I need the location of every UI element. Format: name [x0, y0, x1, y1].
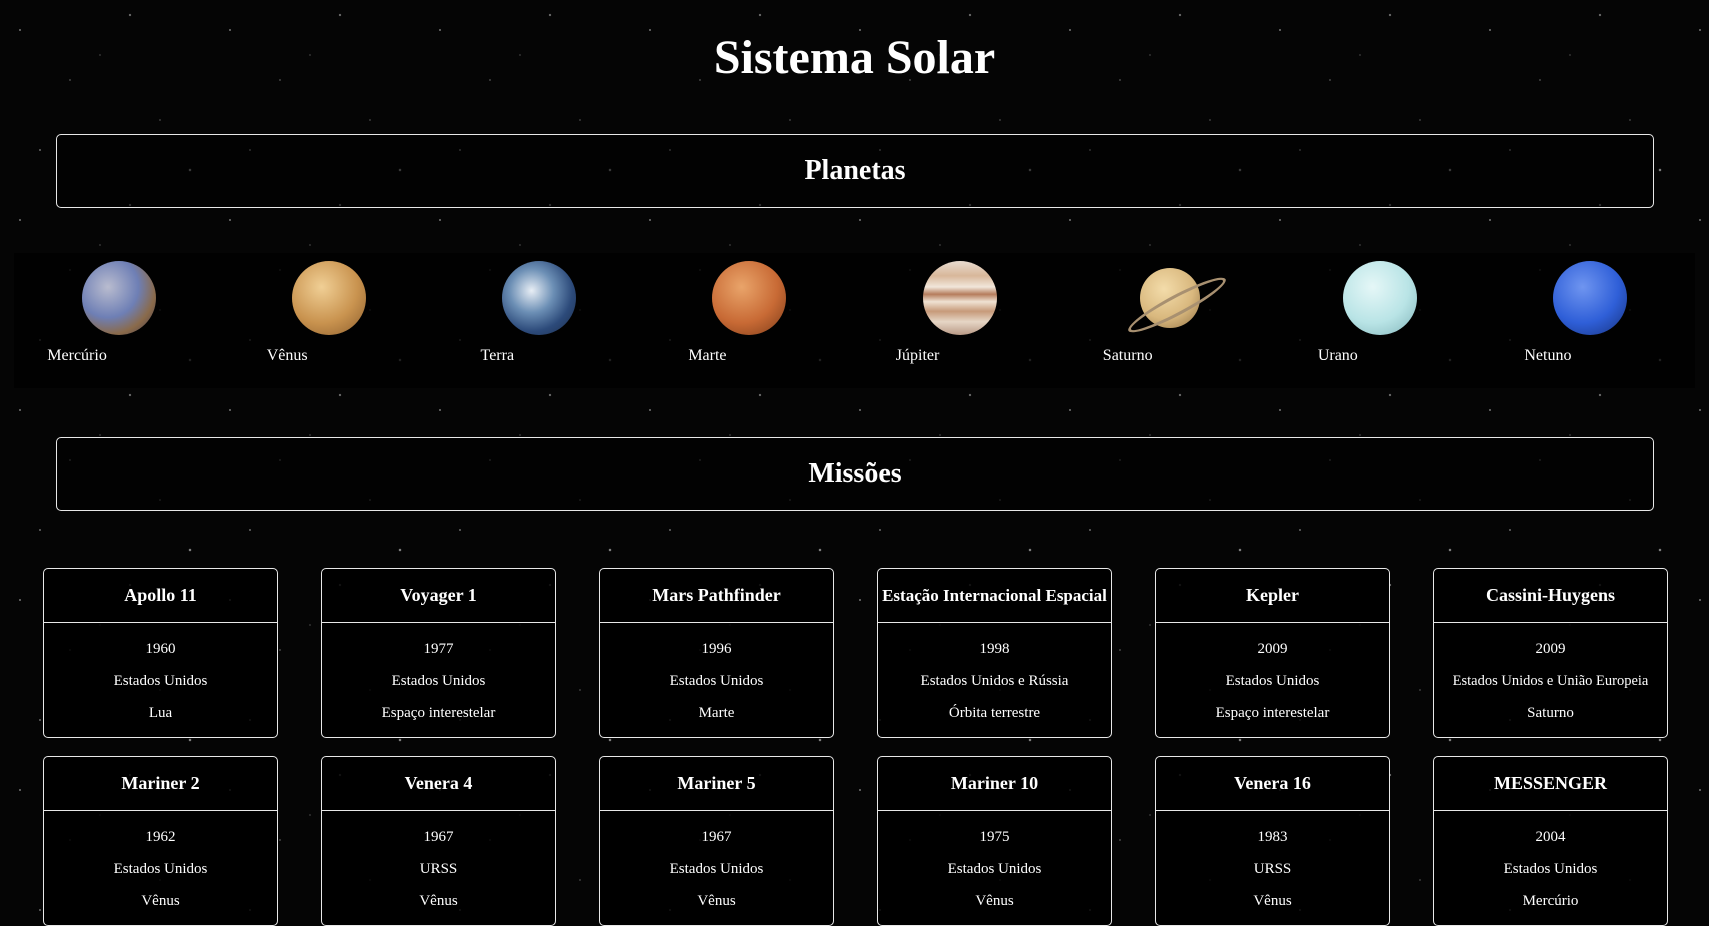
mission-country: Estados Unidos [669, 673, 764, 689]
planets-row: Mercúrio Vênus Terra Marte Júpiter Satur… [14, 253, 1695, 388]
mission-card[interactable]: Voyager 1 1977 Estados Unidos Espaço int… [321, 568, 556, 738]
mission-year: 1967 [423, 829, 454, 845]
planet-card[interactable]: Terra [434, 253, 645, 388]
mission-name: Apollo 11 [44, 569, 277, 623]
section-title-missoes: Missões [808, 458, 902, 489]
neptune-image [1552, 261, 1627, 335]
mission-card[interactable]: Mars Pathfinder 1996 Estados Unidos Mart… [599, 568, 834, 738]
mission-country: URSS [1253, 861, 1292, 877]
mission-country: Estados Unidos [1225, 673, 1320, 689]
mission-year: 2009 [1535, 641, 1566, 657]
planet-name: Mercúrio [47, 347, 107, 364]
mission-target: Lua [148, 705, 173, 721]
mission-target: Vênus [975, 893, 1014, 909]
jupiter-image [922, 261, 997, 335]
venus-image [292, 261, 367, 335]
mission-country: Estados Unidos [1503, 861, 1598, 877]
mission-target: Mercúrio [1522, 893, 1579, 909]
mission-year: 1975 [979, 829, 1010, 845]
mission-card[interactable]: Cassini-Huygens 2009 Estados Unidos e Un… [1433, 568, 1668, 738]
mission-year: 1996 [701, 641, 732, 657]
planet-name: Urano [1317, 347, 1358, 364]
mission-year: 2009 [1257, 641, 1288, 657]
mission-country: Estados Unidos [391, 673, 486, 689]
mission-country: Estados Unidos e Rússia [920, 673, 1069, 689]
planet-card[interactable]: Urano [1274, 253, 1485, 388]
planet-name: Terra [480, 347, 515, 364]
planet-card[interactable]: Marte [644, 253, 855, 388]
planet-name: Júpiter [895, 347, 940, 364]
mission-card[interactable]: Venera 4 1967 URSS Vênus [321, 756, 556, 926]
mission-year: 1962 [145, 829, 176, 845]
missions-grid: Apollo 11 1960 Estados Unidos Lua Voyage… [43, 568, 1668, 926]
planet-name: Vênus [266, 347, 308, 364]
mission-card[interactable]: Venera 16 1983 URSS Vênus [1155, 756, 1390, 926]
mission-card[interactable]: Mariner 2 1962 Estados Unidos Vênus [43, 756, 278, 926]
mission-name: MESSENGER [1434, 757, 1667, 811]
planet-card[interactable]: Vênus [224, 253, 435, 388]
mission-name: Mariner 10 [878, 757, 1111, 811]
mission-country: Estados Unidos [113, 861, 208, 877]
mission-target: Vênus [419, 893, 458, 909]
mission-country: Estados Unidos [113, 673, 208, 689]
saturn-image [1123, 268, 1230, 340]
page-title: Sistema Solar [713, 31, 996, 84]
planet-name: Netuno [1524, 347, 1572, 364]
mission-target: Marte [698, 705, 735, 721]
mission-name: Mars Pathfinder [600, 569, 833, 623]
mission-name: Cassini-Huygens [1434, 569, 1667, 623]
mission-card[interactable]: Mariner 5 1967 Estados Unidos Vênus [599, 756, 834, 926]
section-title-planetas: Planetas [804, 155, 906, 186]
mission-target: Espaço interestelar [381, 705, 496, 721]
mission-name: Voyager 1 [322, 569, 555, 623]
planet-card[interactable]: Júpiter [854, 253, 1065, 388]
planet-card[interactable]: Mercúrio [14, 253, 225, 388]
earth-image [502, 261, 577, 335]
mission-card[interactable]: Apollo 11 1960 Estados Unidos Lua [43, 568, 278, 738]
mission-target: Órbita terrestre [948, 705, 1041, 721]
mission-country: Estados Unidos e União Europeia [1452, 673, 1649, 689]
mission-target: Espaço interestelar [1215, 705, 1330, 721]
mission-card[interactable]: Kepler 2009 Estados Unidos Espaço intere… [1155, 568, 1390, 738]
mission-target: Vênus [141, 893, 180, 909]
planet-name: Saturno [1102, 347, 1153, 364]
section-header-planetas: Planetas [56, 134, 1654, 208]
mission-name: Kepler [1156, 569, 1389, 623]
mission-year: 1960 [145, 641, 176, 657]
mission-card[interactable]: Estação Internacional Espacial 1998 Esta… [877, 568, 1112, 738]
mercury-image [82, 261, 157, 335]
mission-target: Saturno [1527, 705, 1574, 721]
planet-card[interactable]: Netuno [1484, 253, 1695, 388]
section-header-missoes: Missões [56, 437, 1654, 511]
saturn-ring [1123, 270, 1230, 340]
mission-year: 1967 [701, 829, 732, 845]
mission-card[interactable]: Mariner 10 1975 Estados Unidos Vênus [877, 756, 1112, 926]
mars-image [712, 261, 787, 335]
mission-country: Estados Unidos [669, 861, 764, 877]
mission-year: 1983 [1257, 829, 1288, 845]
mission-target: Vênus [1253, 893, 1292, 909]
mission-name: Mariner 2 [44, 757, 277, 811]
planet-card[interactable]: Saturno [1064, 253, 1275, 388]
mission-card[interactable]: MESSENGER 2004 Estados Unidos Mercúrio [1433, 756, 1668, 926]
mission-year: 1998 [979, 641, 1010, 657]
mission-name: Estação Internacional Espacial [878, 569, 1111, 623]
uranus-image [1342, 261, 1417, 335]
mission-country: URSS [419, 861, 458, 877]
mission-name: Mariner 5 [600, 757, 833, 811]
planet-name: Marte [688, 347, 727, 364]
mission-year: 2004 [1535, 829, 1566, 845]
mission-year: 1977 [423, 641, 454, 657]
mission-country: Estados Unidos [947, 861, 1042, 877]
mission-name: Venera 4 [322, 757, 555, 811]
mission-target: Vênus [697, 893, 736, 909]
mission-name: Venera 16 [1156, 757, 1389, 811]
